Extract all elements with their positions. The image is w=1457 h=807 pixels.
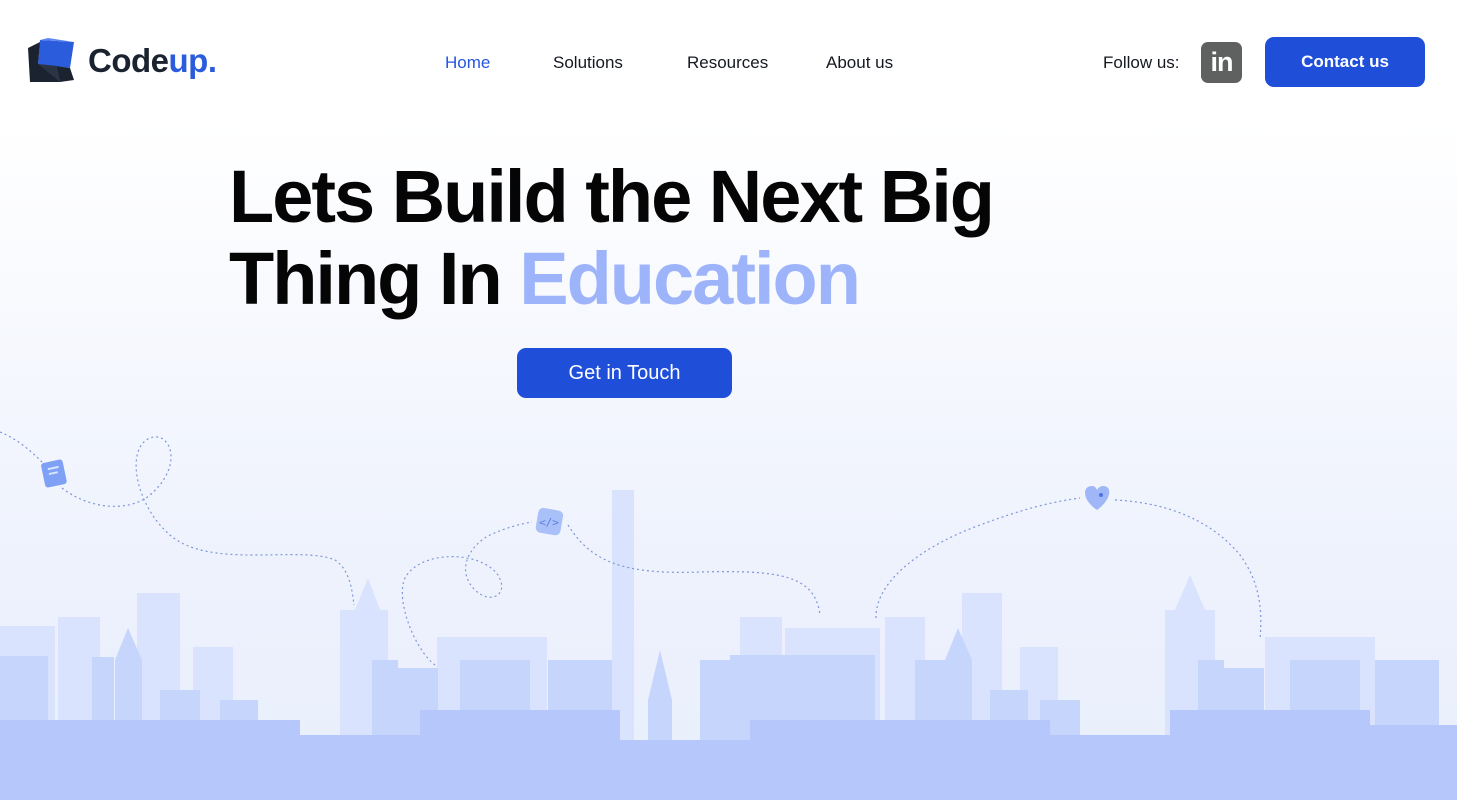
get-in-touch-button[interactable]: Get in Touch — [517, 348, 732, 398]
nav-resources[interactable]: Resources — [687, 50, 768, 76]
city-skyline-illustration: </> — [0, 431, 1457, 807]
nav-home[interactable]: Home — [445, 50, 490, 76]
skyline-baseline — [0, 800, 1457, 807]
brand-name-code: Code — [88, 42, 169, 79]
hero-title-line1: Lets Build the Next Big — [229, 155, 995, 238]
hero-title-accent: Education — [519, 237, 861, 320]
brand-name-up: up. — [168, 42, 217, 79]
site-header: Codeup. Home Solutions Resources About u… — [0, 0, 1457, 125]
heart-icon — [1085, 486, 1110, 510]
hero-title-line2-prefix: Thing In — [229, 237, 520, 320]
nav-solutions[interactable]: Solutions — [553, 50, 623, 76]
linkedin-glyph: in — [1210, 47, 1234, 77]
contact-us-button[interactable]: Contact us — [1265, 37, 1425, 87]
svg-text:</>: </> — [539, 516, 559, 529]
book-icon — [41, 459, 67, 488]
brand-logo[interactable]: Codeup. — [26, 38, 217, 84]
nav-about-us[interactable]: About us — [826, 50, 893, 76]
linkedin-icon[interactable]: in — [1201, 42, 1242, 83]
follow-us-label: Follow us: — [1103, 53, 1180, 72]
hero-title: Lets Build the Next Big Thing In Educati… — [229, 155, 995, 320]
code-icon: </> — [535, 507, 564, 536]
brand-name: Codeup. — [88, 38, 217, 84]
landing-page: Codeup. Home Solutions Resources About u… — [0, 0, 1457, 807]
logo-mark-icon — [28, 38, 74, 82]
